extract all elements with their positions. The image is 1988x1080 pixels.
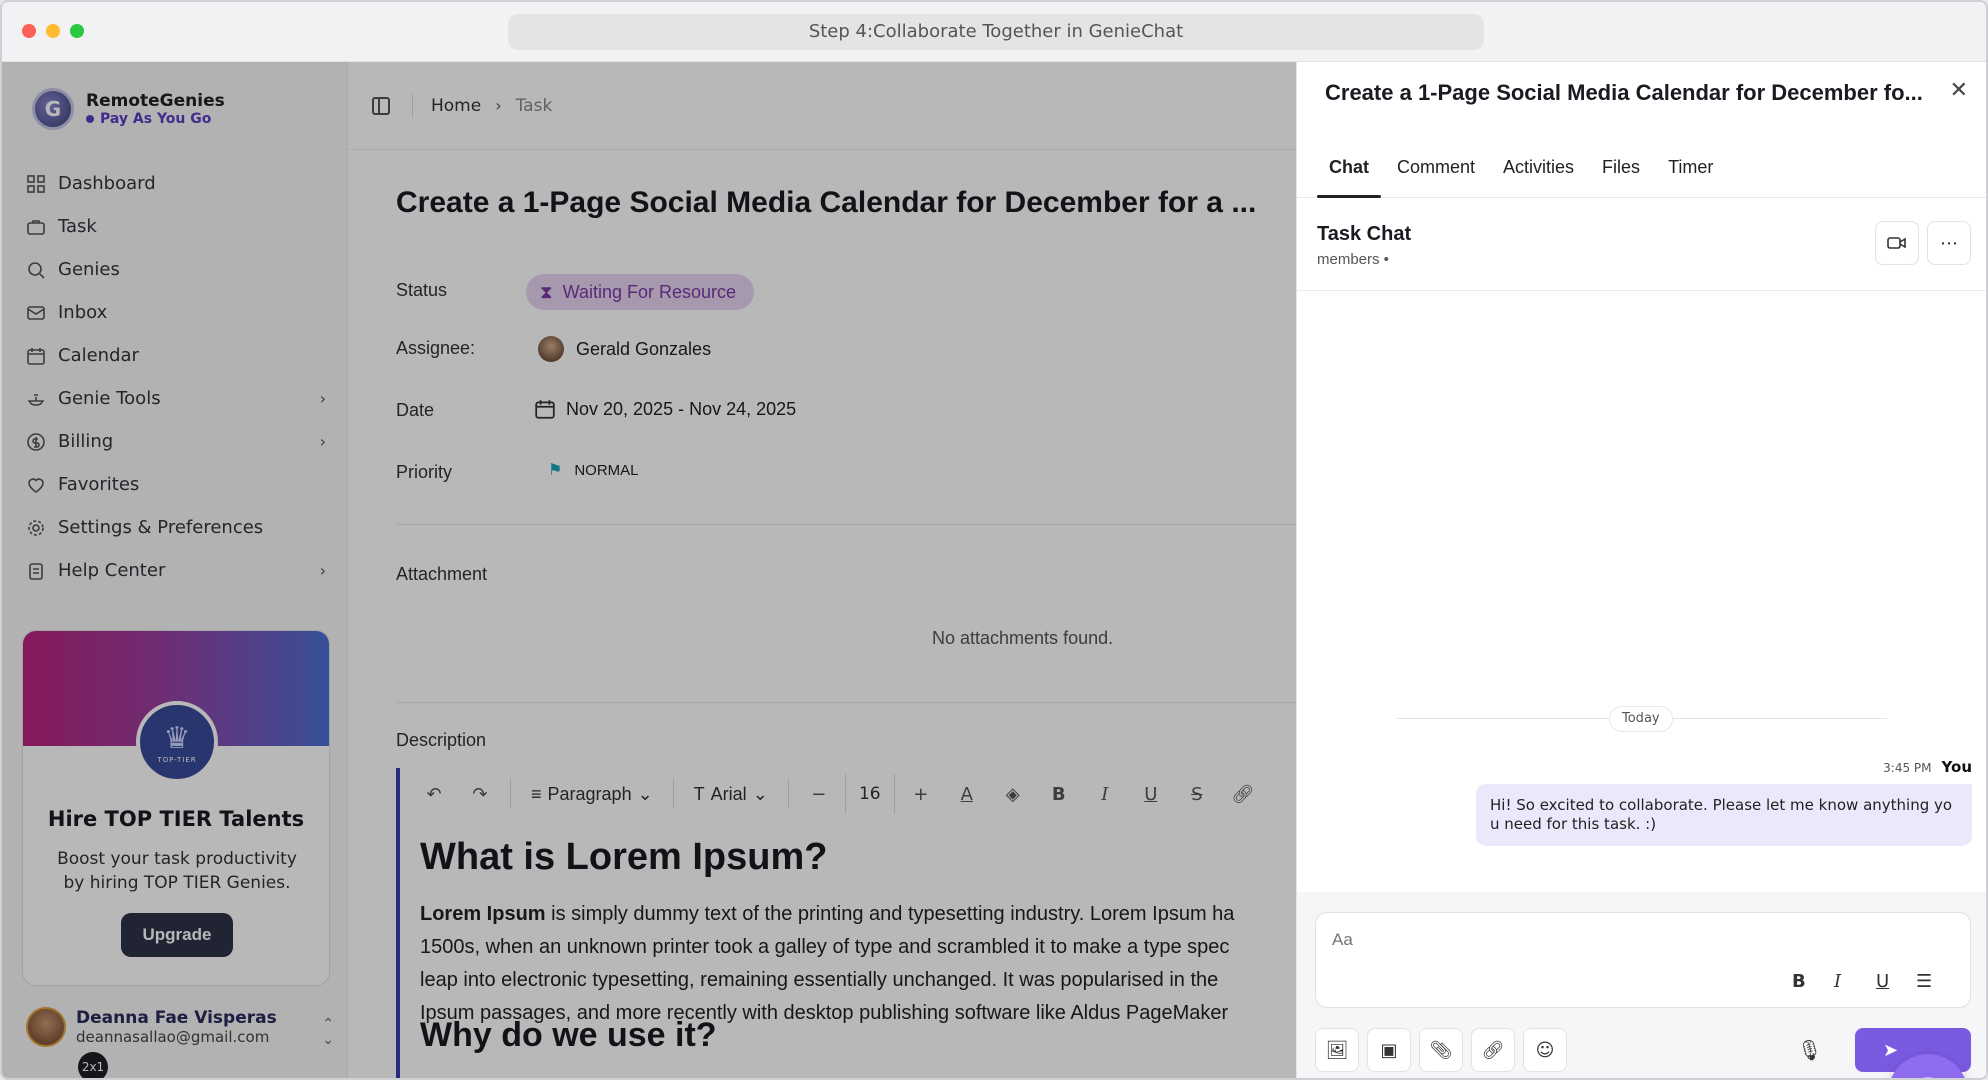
app-window: Step 4:Collaborate Together in GenieChat… — [0, 0, 1988, 1080]
gif-button[interactable]: ▣ — [1367, 1028, 1411, 1072]
tab-activities[interactable]: Activities — [1489, 136, 1588, 197]
send-icon: ➤ — [1883, 1039, 1899, 1061]
tab-files[interactable]: Files — [1588, 136, 1654, 197]
more-icon: ⋯ — [1940, 232, 1958, 254]
paperclip-icon: 📎︎ — [1429, 1039, 1453, 1061]
link-button[interactable]: 🔗︎ — [1471, 1028, 1515, 1072]
list-icon[interactable]: ☰ — [1916, 971, 1932, 992]
more-options-button[interactable]: ⋯ — [1927, 221, 1971, 265]
tab-timer[interactable]: Timer — [1654, 136, 1727, 197]
video-icon — [1887, 237, 1906, 249]
panel-title: Create a 1-Page Social Media Calendar fo… — [1325, 80, 1923, 105]
chat-members: members • — [1317, 251, 1389, 268]
chat-title: Task Chat — [1317, 223, 1412, 245]
composer-actions: 🖼︎ ▣ 📎︎ 🔗︎ ☺ 🎙︎ ➤ — [1315, 1026, 1971, 1074]
panel-tabs: Chat Comment Activities Files Timer — [1297, 136, 1986, 198]
gallery-icon: ▣ — [1380, 1039, 1398, 1061]
day-divider: Today — [1609, 706, 1673, 732]
minimize-window-button[interactable] — [46, 24, 60, 38]
close-window-button[interactable] — [22, 24, 36, 38]
image-add-icon: 🖼︎ — [1325, 1039, 1349, 1061]
message-bubble: Hi! So excited to collaborate. Please le… — [1476, 784, 1972, 846]
bold-icon[interactable]: B — [1792, 971, 1806, 992]
chat-header: Task Chat members • ⋯ — [1297, 199, 1986, 291]
message-time: 3:45 PM — [1883, 761, 1932, 775]
chat-bubble-icon — [1922, 1077, 1934, 1078]
maximize-window-button[interactable] — [70, 24, 84, 38]
message-composer: B I U ☰ — [1315, 912, 1971, 1008]
image-upload-button[interactable]: 🖼︎ — [1315, 1028, 1359, 1072]
tab-chat[interactable]: Chat — [1315, 136, 1383, 198]
smile-icon: ☺ — [1535, 1039, 1555, 1061]
message-author: You — [1941, 758, 1972, 776]
microphone-icon[interactable]: 🎙︎ — [1797, 1038, 1822, 1062]
emoji-button[interactable]: ☺ — [1523, 1028, 1567, 1072]
close-icon[interactable]: ✕ — [1950, 78, 1968, 103]
chat-messages: Today 3:45 PM You Hi! So excited to coll… — [1297, 292, 1986, 892]
title-bar: Step 4:Collaborate Together in GenieChat — [2, 2, 1986, 62]
task-chat-panel: Create a 1-Page Social Media Calendar fo… — [1296, 62, 1986, 1078]
attach-button[interactable]: 📎︎ — [1419, 1028, 1463, 1072]
modal-overlay[interactable] — [2, 62, 1296, 1078]
tab-comment[interactable]: Comment — [1383, 136, 1489, 197]
app-body: G RemoteGenies Pay As You Go Dashboard T… — [2, 62, 1986, 1078]
underline-icon[interactable]: U — [1876, 971, 1889, 992]
composer-area: B I U ☰ 🖼︎ ▣ 📎︎ 🔗︎ ☺ 🎙︎ ➤ — [1297, 892, 1986, 1078]
message-meta: 3:45 PM You — [1883, 758, 1972, 776]
link-icon: 🔗︎ — [1481, 1039, 1505, 1061]
window-title: Step 4:Collaborate Together in GenieChat — [508, 14, 1484, 50]
message-input[interactable] — [1332, 925, 1952, 955]
italic-icon[interactable]: I — [1834, 971, 1841, 992]
video-call-button[interactable] — [1875, 221, 1919, 265]
